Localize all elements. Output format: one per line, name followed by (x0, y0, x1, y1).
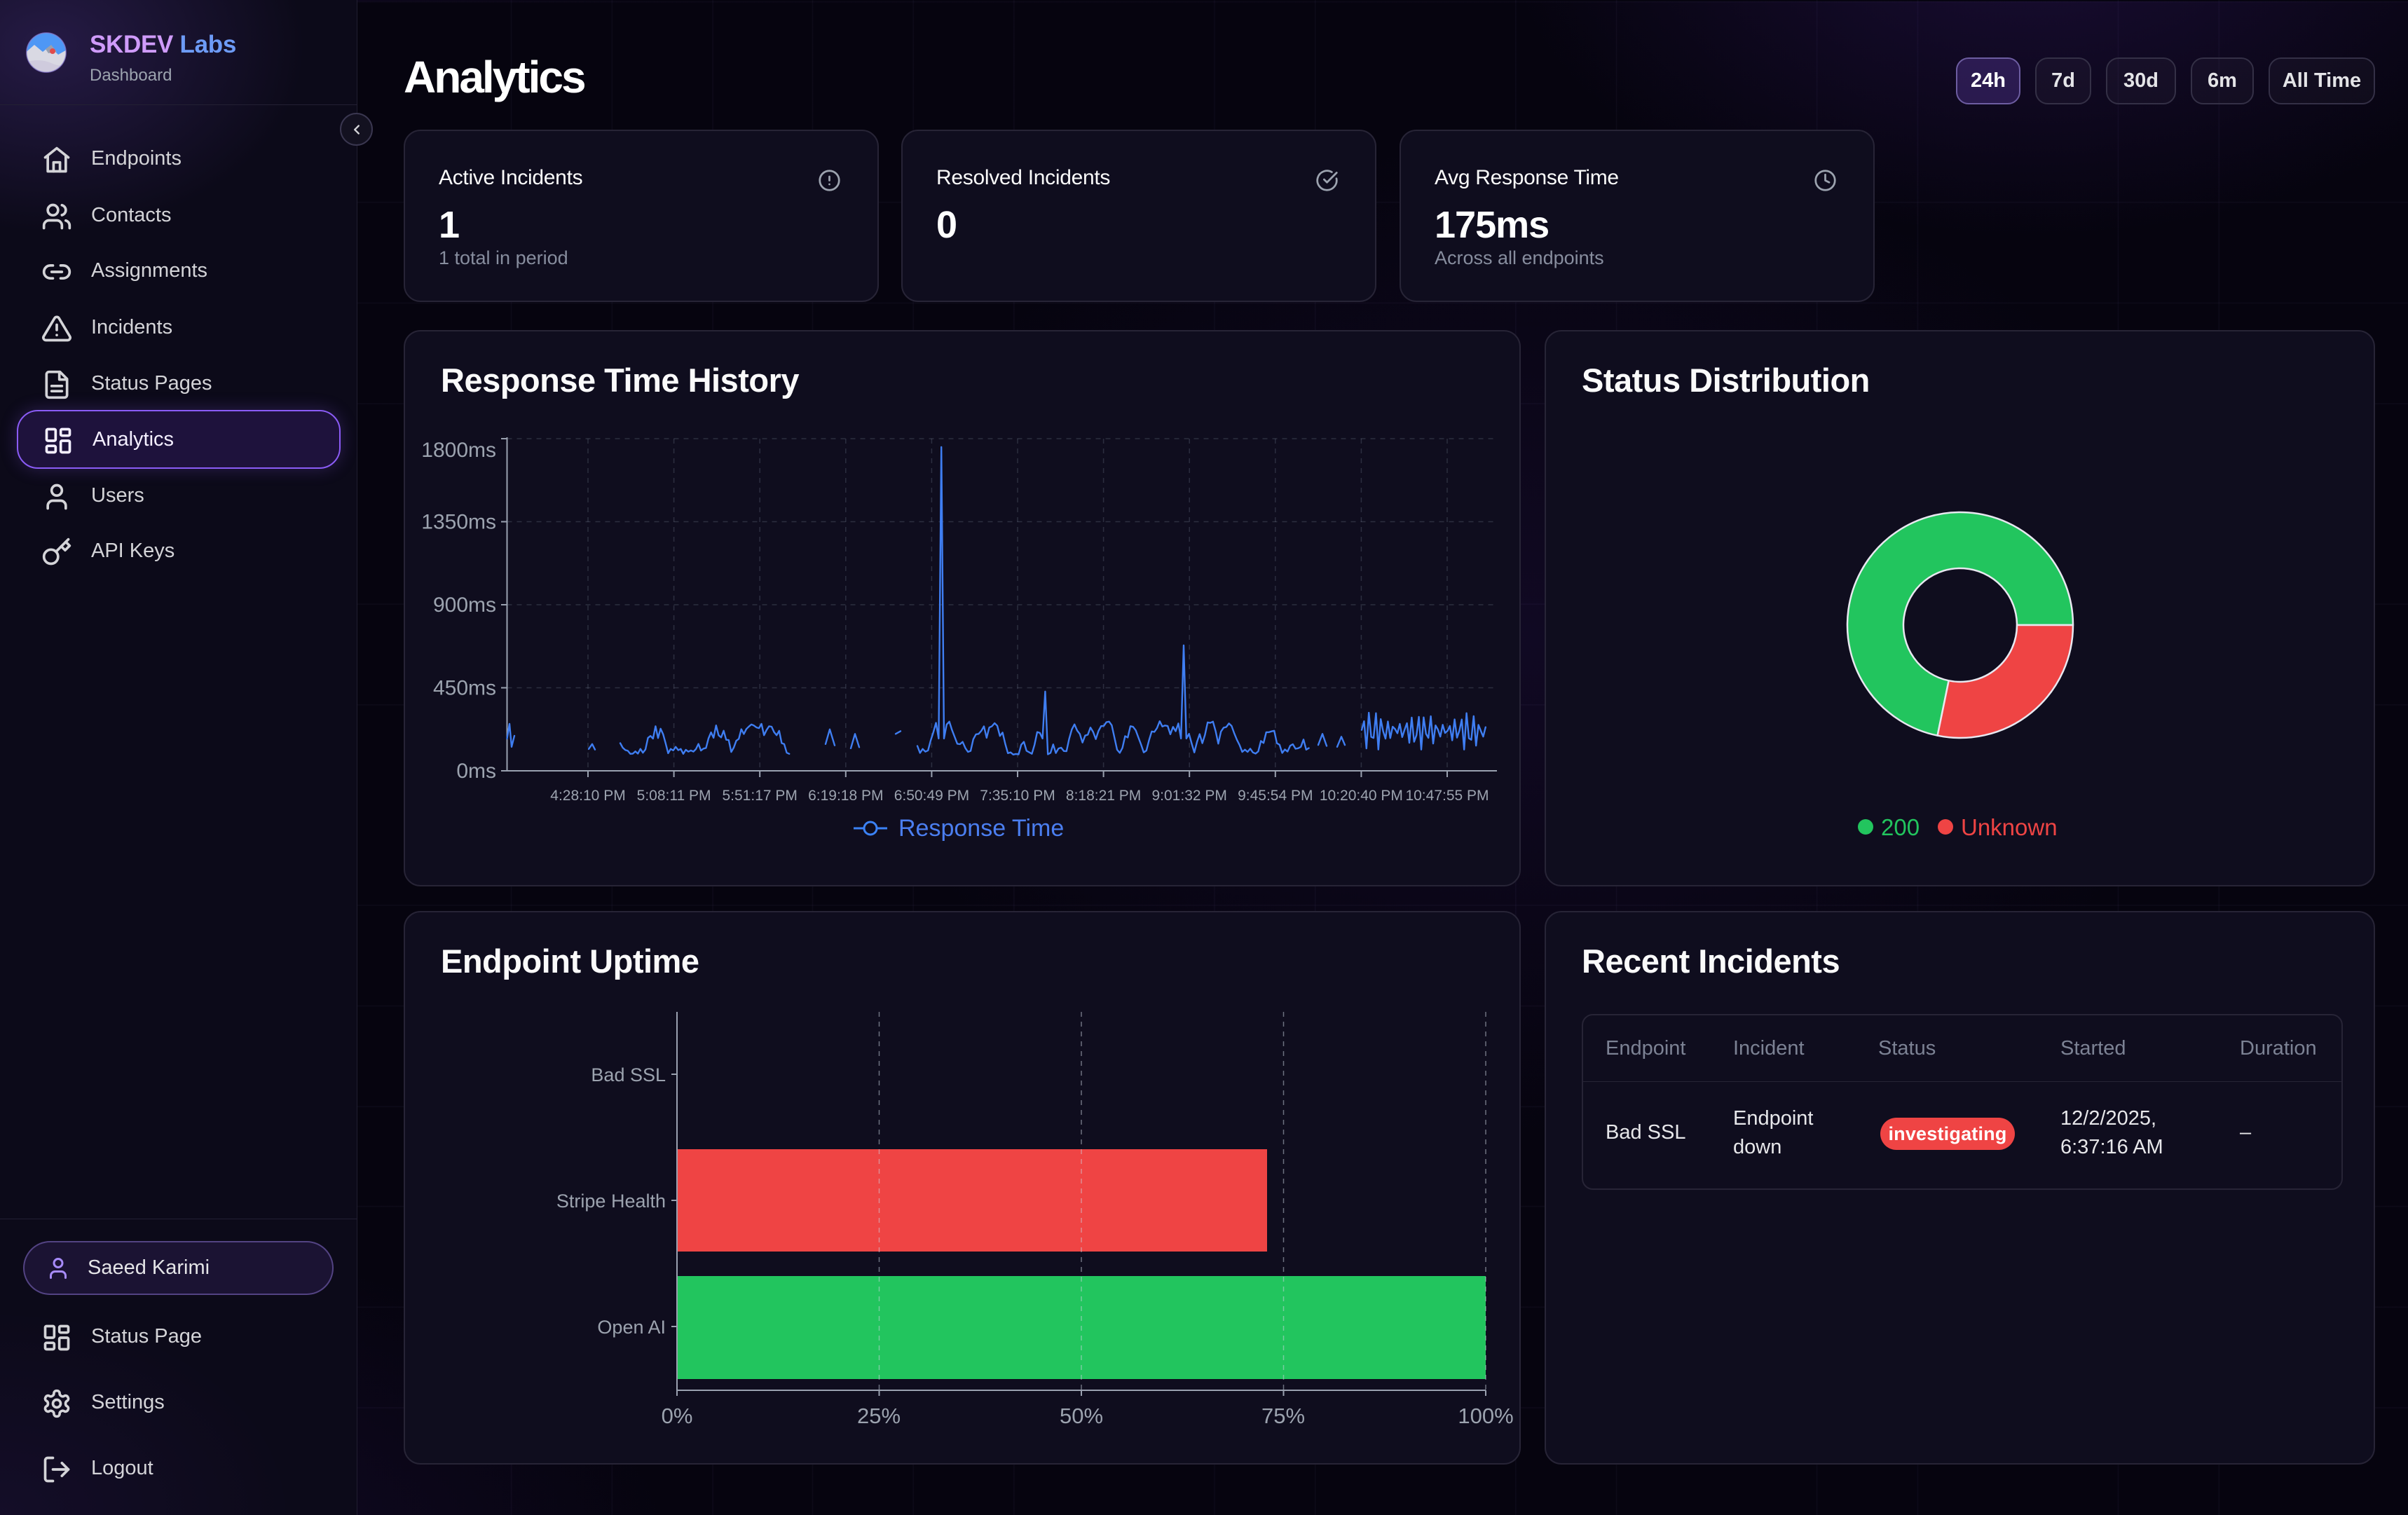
svg-text:900ms: 900ms (433, 594, 496, 617)
svg-text:Unknown: Unknown (1961, 814, 2058, 840)
svg-text:6:19:18 PM: 6:19:18 PM (808, 788, 883, 804)
svg-text:50%: 50% (1060, 1404, 1103, 1428)
svg-text:5:08:11 PM: 5:08:11 PM (637, 788, 711, 804)
svg-text:10:47:55 PM: 10:47:55 PM (1405, 788, 1489, 804)
svg-text:Response Time: Response Time (898, 815, 1064, 842)
svg-text:25%: 25% (857, 1404, 901, 1428)
svg-text:Stripe Health: Stripe Health (556, 1191, 666, 1212)
svg-text:1800ms: 1800ms (421, 439, 496, 462)
svg-text:4:28:10 PM: 4:28:10 PM (550, 788, 625, 804)
svg-text:75%: 75% (1261, 1404, 1305, 1428)
svg-text:Open AI: Open AI (597, 1317, 666, 1338)
svg-text:5:51:17 PM: 5:51:17 PM (722, 788, 797, 804)
svg-text:7:35:10 PM: 7:35:10 PM (980, 788, 1055, 804)
svg-text:0ms: 0ms (456, 760, 496, 783)
svg-text:6:50:49 PM: 6:50:49 PM (894, 788, 969, 804)
svg-text:100%: 100% (1458, 1404, 1513, 1428)
svg-text:10:20:40 PM: 10:20:40 PM (1320, 788, 1403, 804)
svg-text:200: 200 (1881, 814, 1920, 840)
svg-text:Bad SSL: Bad SSL (591, 1064, 666, 1085)
svg-text:9:45:54 PM: 9:45:54 PM (1238, 788, 1313, 804)
svg-text:9:01:32 PM: 9:01:32 PM (1151, 788, 1226, 804)
svg-text:1350ms: 1350ms (421, 511, 496, 534)
svg-text:0%: 0% (662, 1404, 693, 1428)
svg-text:450ms: 450ms (433, 677, 496, 700)
svg-text:8:18:21 PM: 8:18:21 PM (1066, 788, 1141, 804)
